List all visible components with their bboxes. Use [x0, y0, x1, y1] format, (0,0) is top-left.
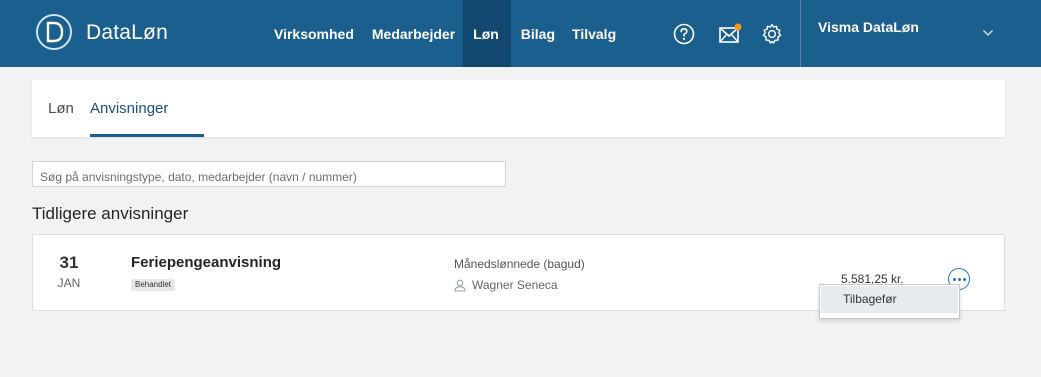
settings-icon[interactable] — [750, 0, 794, 67]
nav-item-bilag[interactable]: Bilag — [511, 0, 569, 67]
item-title: Feriepengeanvisning — [131, 254, 282, 271]
active-tab-indicator — [90, 134, 204, 137]
context-menu: Tilbagefør — [819, 284, 960, 319]
item-type: Månedslønnede (bagud) — [454, 257, 585, 271]
chevron-down-icon[interactable] — [978, 23, 998, 43]
help-icon[interactable] — [662, 0, 706, 67]
date-month: JAN — [57, 276, 81, 290]
nav-item-medarbejder[interactable]: Medarbejder — [367, 0, 463, 67]
app-title: DataLøn — [86, 21, 168, 44]
section-title: Tidligere anvisninger — [32, 204, 189, 223]
top-navigation-bar: DataLøn Virksomhed Medarbejder Løn Bilag… — [0, 0, 1041, 67]
date-day: 31 — [59, 253, 79, 272]
nav-item-virksomhed[interactable]: Virksomhed — [262, 0, 367, 67]
search-input[interactable] — [32, 161, 506, 187]
dataløn-logo-icon[interactable] — [34, 12, 74, 52]
status-badge: Behandlet — [131, 279, 176, 291]
employee-name: Wagner Seneca — [472, 278, 558, 292]
header-divider — [800, 0, 801, 67]
tab-løn[interactable]: Løn — [48, 80, 74, 137]
menu-item-tilbagefør[interactable]: Tilbagefør — [821, 286, 958, 313]
user-icon — [454, 279, 466, 292]
tabs-panel: Løn Anvisninger — [32, 80, 1005, 137]
main-nav: Virksomhed Medarbejder Løn Bilag Tilvalg — [262, 0, 625, 67]
mail-icon[interactable] — [708, 0, 752, 67]
nav-item-løn[interactable]: Løn — [463, 0, 511, 67]
tab-anvisninger[interactable]: Anvisninger — [90, 80, 168, 137]
nav-item-tilvalg[interactable]: Tilvalg — [569, 0, 625, 67]
company-name[interactable]: Visma DataLøn — [818, 19, 919, 35]
employee-row: Wagner Seneca — [454, 278, 558, 292]
notification-dot — [734, 23, 742, 30]
